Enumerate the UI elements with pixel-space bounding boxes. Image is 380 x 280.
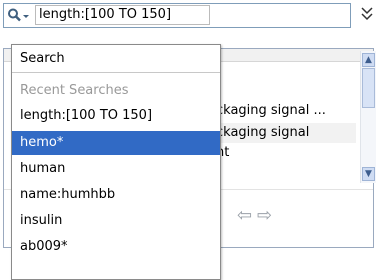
recent-searches-header: Recent Searches xyxy=(20,83,129,98)
chevron-double-down-icon[interactable] xyxy=(360,5,374,23)
search-field[interactable]: length:[100 TO 150] xyxy=(3,3,351,28)
recent-search-item[interactable]: human xyxy=(12,157,220,181)
recent-search-item-selected[interactable]: hemo* xyxy=(12,131,220,155)
recent-search-item[interactable]: ab009* xyxy=(12,235,220,259)
recent-search-item[interactable]: length:[100 TO 150] xyxy=(12,104,220,128)
result-row[interactable]: ckaging signal xyxy=(216,123,356,143)
recent-search-item[interactable]: insulin xyxy=(12,209,220,233)
menu-separator xyxy=(12,72,220,73)
vertical-scrollbar[interactable]: ▲ ▼ xyxy=(360,51,376,183)
search-options-icon[interactable] xyxy=(7,7,31,24)
search-input[interactable]: length:[100 TO 150] xyxy=(35,5,210,25)
result-row[interactable]: ckaging signal ... xyxy=(216,101,356,121)
back-arrow-icon[interactable]: ⇦ xyxy=(237,205,252,226)
search-history-dropdown: Search Recent Searches length:[100 TO 15… xyxy=(11,44,221,280)
menu-item-search[interactable]: Search xyxy=(12,47,220,71)
scroll-up-icon[interactable]: ▲ xyxy=(362,53,375,67)
recent-search-item[interactable]: name:humhbb xyxy=(12,183,220,207)
scroll-down-icon[interactable]: ▼ xyxy=(362,167,375,181)
scroll-thumb[interactable] xyxy=(362,68,375,108)
forward-arrow-icon[interactable]: ⇨ xyxy=(257,205,272,226)
result-row[interactable]: nt xyxy=(216,143,356,163)
